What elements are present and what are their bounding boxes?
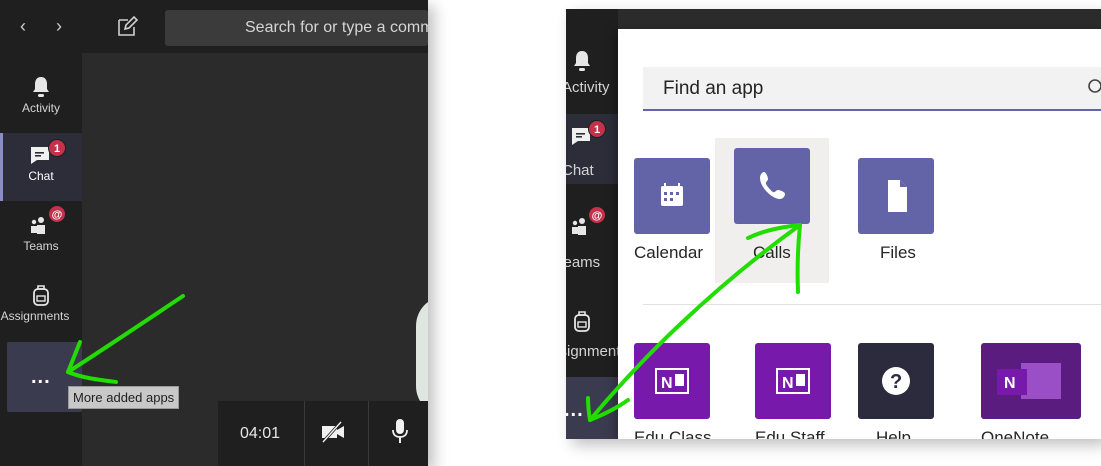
search-placeholder: Search for or type a command	[245, 19, 428, 36]
app-label: OneNote	[981, 428, 1050, 439]
app-label: Calendar	[634, 243, 703, 262]
onenote-icon: N	[634, 343, 710, 419]
app-tile-edu-staff[interactable]: N Edu Staff	[735, 333, 835, 439]
rail-item-chat[interactable]: 1 Chat	[566, 114, 618, 184]
app-rail: Activity 1 Chat @ Teams	[566, 9, 628, 439]
rail-item-chat[interactable]: 1 Chat	[0, 133, 82, 201]
search-input[interactable]: Search for or type a command	[165, 10, 428, 46]
rail-label: Chat	[28, 169, 54, 183]
backpack-icon	[33, 285, 49, 306]
find-app-input[interactable]: Find an app	[643, 67, 1101, 111]
calendar-icon	[634, 158, 710, 234]
app-label: Edu Staff	[755, 428, 825, 439]
svg-text:N: N	[1004, 375, 1016, 392]
find-app-placeholder: Find an app	[663, 78, 764, 99]
title-bar: ‹ › Search for or type a command	[0, 0, 428, 53]
ellipsis-icon: ...	[566, 399, 584, 421]
teams-window-left: ‹ › Search for or type a command Activit…	[0, 0, 428, 466]
app-tile-edu-class[interactable]: N Edu Class	[614, 333, 714, 439]
svg-text:N: N	[782, 375, 794, 392]
backpack-icon	[574, 311, 590, 332]
rail-item-activity[interactable]: Activity	[566, 39, 618, 109]
teams-badge: @	[48, 205, 66, 223]
app-tile-onenote[interactable]: N OneNote	[961, 333, 1101, 439]
search-icon	[1088, 79, 1101, 93]
app-label: Help	[876, 428, 911, 439]
bell-icon	[33, 77, 49, 97]
app-picker-flyout: Find an app Calendar Calls Files N Edu C…	[618, 29, 1101, 439]
rail-item-assignments[interactable]: Assignments	[0, 273, 82, 341]
rail-label: Chat	[566, 162, 594, 179]
onenote-icon: N	[755, 343, 831, 419]
app-tile-calls[interactable]: Calls	[715, 138, 829, 283]
help-icon: ?	[858, 343, 934, 419]
app-tile-calendar[interactable]: Calendar	[614, 148, 714, 293]
rail-label: Teams	[566, 254, 601, 271]
app-tile-help[interactable]: ? Help	[838, 333, 938, 439]
divider	[304, 401, 305, 466]
call-timer: 04:01	[240, 425, 281, 442]
divider	[368, 401, 369, 466]
more-apps-tooltip: More added apps	[68, 386, 180, 409]
file-icon	[858, 158, 934, 234]
participant-avatar	[416, 296, 428, 416]
rail-label: Activity	[566, 79, 610, 96]
svg-text:?: ?	[890, 371, 902, 393]
forward-arrow-icon[interactable]: ›	[52, 17, 66, 35]
rail-item-assignments[interactable]: Assignments	[566, 299, 628, 369]
app-label: Files	[880, 243, 916, 262]
app-label: Calls	[753, 243, 791, 262]
onenote-icon: N	[981, 343, 1081, 419]
microphone-icon[interactable]	[390, 417, 410, 447]
rail-label: Activity	[21, 101, 60, 115]
rail-label: Teams	[23, 239, 59, 253]
teams-badge: @	[588, 206, 606, 224]
rail-item-teams[interactable]: @ Teams	[0, 203, 82, 271]
back-arrow-icon[interactable]: ‹	[16, 17, 30, 35]
app-tile-files[interactable]: Files	[838, 148, 938, 293]
rail-item-activity[interactable]: Activity	[0, 65, 82, 133]
bell-icon	[574, 51, 590, 71]
rail-label: Assignments	[0, 309, 70, 323]
teams-window-right: Activity 1 Chat @ Teams	[566, 9, 1101, 439]
more-apps-button[interactable]: ...	[566, 377, 618, 439]
chat-badge: 1	[588, 120, 606, 138]
ellipsis-icon: ...	[31, 366, 51, 388]
rail-item-teams[interactable]: @ Teams	[566, 204, 618, 274]
svg-text:N: N	[661, 375, 673, 392]
compose-icon[interactable]	[116, 16, 138, 38]
call-control-bar: 04:01	[218, 401, 428, 466]
camera-off-icon[interactable]	[320, 419, 346, 445]
section-divider	[643, 304, 1101, 305]
phone-icon	[734, 148, 810, 224]
chat-badge: 1	[48, 139, 66, 157]
app-label: Edu Class	[634, 428, 712, 439]
